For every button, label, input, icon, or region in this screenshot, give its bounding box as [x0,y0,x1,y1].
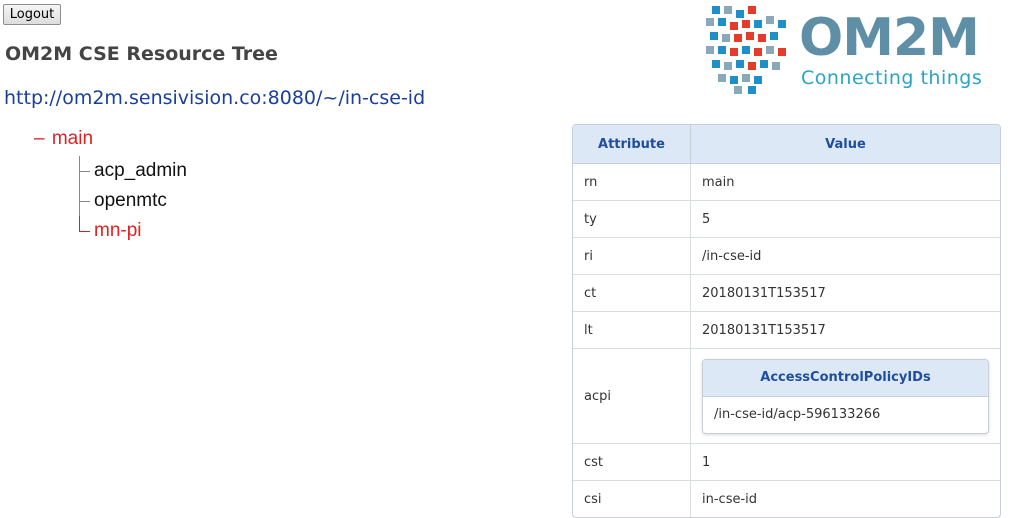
table-row: ct 20180131T153517 [573,274,1000,312]
nested-table-value: /in-cse-id/acp-596133266 [714,406,881,422]
attribute-value: 5 [690,200,1000,238]
logo-mosaic-icon [706,6,786,94]
attribute-table: Attribute Value rn main ty 5 ri /in-cse-… [572,124,1001,518]
tree-children: acp_admin openmtc mn-pi [79,156,187,246]
page-title: OM2M CSE Resource Tree [5,43,278,65]
attribute-value: 20180131T153517 [690,311,1000,349]
column-header-value: Value [690,125,1000,164]
column-header-attribute: Attribute [573,125,691,164]
attribute-key: csi [573,480,691,517]
tree-node-openmtc[interactable]: openmtc [79,186,187,216]
tree-connector [79,201,90,202]
tree-node-mn-pi[interactable]: mn-pi [79,216,187,246]
attribute-value: in-cse-id [690,480,1000,517]
attribute-value: AccessControlPolicyIDs /in-cse-id/acp-59… [690,348,1000,444]
cse-url-link[interactable]: http://om2m.sensivision.co:8080/~/in-cse… [4,87,425,109]
tree-node-label[interactable]: mn-pi [94,220,142,241]
om2m-logo: OM2M Connecting things [704,4,1004,96]
tree-node-main[interactable]: – main [34,128,93,150]
tree-node-acp-admin[interactable]: acp_admin [79,156,187,186]
nested-table-header: AccessControlPolicyIDs [703,359,988,397]
collapse-icon[interactable]: – [34,128,45,149]
attribute-key: ty [573,200,691,238]
table-row: lt 20180131T153517 [573,311,1000,349]
table-header-row: Attribute Value [573,125,1000,164]
attribute-key: cst [573,443,691,481]
logout-button[interactable]: Logout [3,4,61,25]
tree-connector [79,216,80,231]
logo-subtitle: Connecting things [801,67,983,89]
tree-node-label[interactable]: main [52,128,93,149]
attribute-key: ri [573,237,691,275]
table-row: rn main [573,163,1000,201]
table-row: cst 1 [573,443,1000,481]
resource-tree: – main acp_admin openmtc mn-pi [34,128,187,241]
attribute-value: main [690,163,1000,201]
table-row: acpi AccessControlPolicyIDs /in-cse-id/a… [573,348,1000,444]
tree-node-label[interactable]: openmtc [94,190,167,211]
logo-title: OM2M [799,8,980,68]
table-row: csi in-cse-id [573,480,1000,517]
acpi-nested-table: AccessControlPolicyIDs /in-cse-id/acp-59… [702,358,989,434]
table-row: ri /in-cse-id [573,237,1000,275]
tree-connector [79,171,90,172]
attribute-key: acpi [573,348,691,444]
attribute-key: ct [573,274,691,312]
tree-connector [79,231,90,232]
attribute-key: rn [573,163,691,201]
attribute-value: 20180131T153517 [690,274,1000,312]
attribute-value: 1 [690,443,1000,481]
attribute-value: /in-cse-id [690,237,1000,275]
attribute-key: lt [573,311,691,349]
table-row: ty 5 [573,200,1000,238]
tree-node-label[interactable]: acp_admin [94,160,187,181]
